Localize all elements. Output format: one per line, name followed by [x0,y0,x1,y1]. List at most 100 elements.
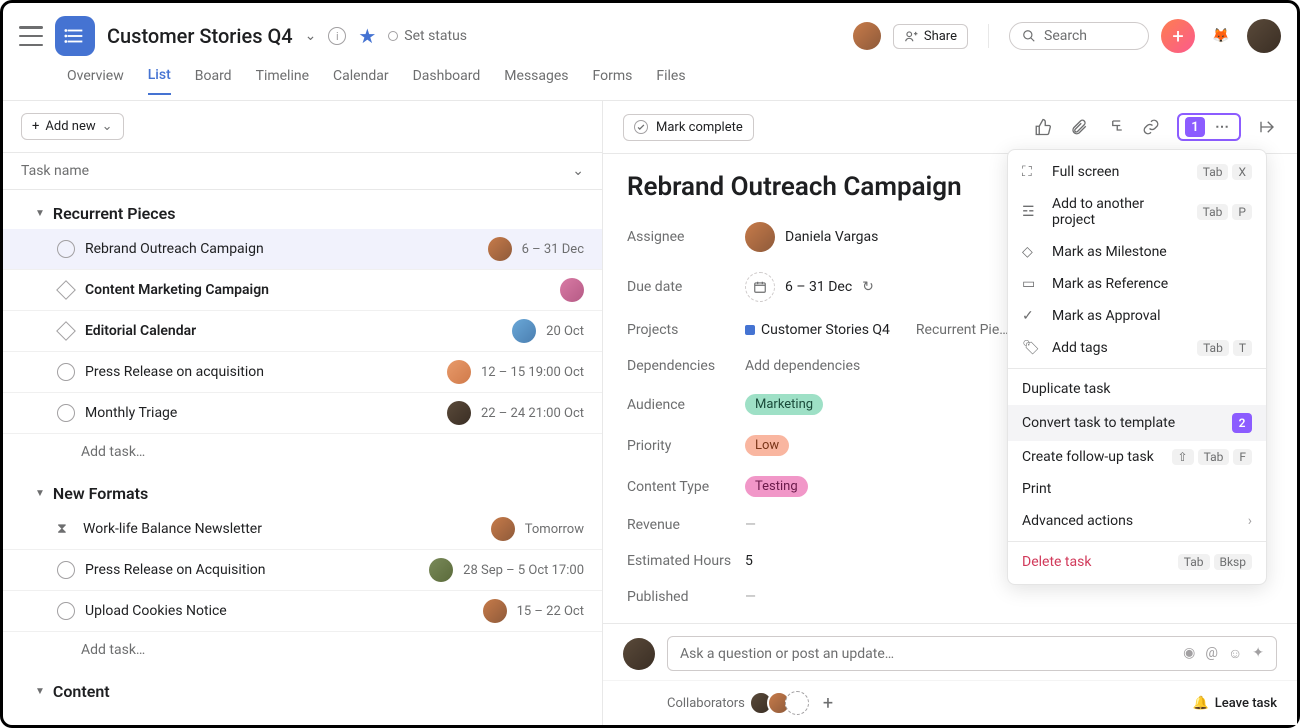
menu-item[interactable]: ☲Add to another projectTabP [1008,188,1266,236]
menu-item[interactable]: ✓Mark as Approval [1008,300,1266,332]
menu-item[interactable]: Convert task to template2 [1008,405,1266,441]
due-date-value[interactable]: 6 – 31 Dec↻ [745,272,874,302]
close-panel-icon[interactable] [1257,117,1277,137]
assignee-avatar[interactable] [429,558,453,582]
priority-pill[interactable]: Low [745,435,789,456]
task-row[interactable]: Press Release on acquisition12 – 15 19:0… [3,352,602,393]
add-dependencies[interactable]: Add dependencies [745,358,860,374]
assignee-avatar[interactable] [512,319,536,343]
task-date: Tomorrow [525,522,584,537]
task-row[interactable]: Upload Cookies Notice15 – 22 Oct [3,591,602,632]
chevron-down-icon[interactable]: ⌄ [572,163,584,179]
milestone-icon[interactable] [56,321,76,341]
more-actions-button[interactable]: ⋯ [1213,117,1233,137]
complete-icon[interactable] [57,561,75,579]
add-new-button[interactable]: + Add new ⌄ [21,113,124,140]
project-title[interactable]: Customer Stories Q4 [107,24,293,48]
content-type-label: Content Type [627,479,745,495]
revenue-value[interactable]: — [745,517,756,533]
emoji-icon[interactable]: ☺ [1228,645,1242,662]
menu-icon[interactable] [19,26,43,46]
star-icon[interactable]: ★ [358,24,376,48]
user-avatar[interactable] [1247,19,1281,53]
menu-item-delete[interactable]: Delete taskTabBksp [1008,546,1266,578]
leave-task-button[interactable]: 🔔Leave task [1193,696,1277,711]
assignee-avatar[interactable] [483,599,507,623]
search-input[interactable]: Search [1009,22,1149,50]
menu-item[interactable]: 🏷Add tagsTabT [1008,332,1266,364]
task-row[interactable]: Monthly Triage22 – 24 21:00 Oct [3,393,602,434]
tab-calendar[interactable]: Calendar [333,68,389,94]
estimated-hours-value[interactable]: 5 [745,553,753,569]
task-name: Monthly Triage [85,405,437,421]
project-chip[interactable]: Customer Stories Q4 [745,322,890,338]
share-button[interactable]: Share [893,24,968,49]
like-icon[interactable] [1033,117,1053,137]
tab-timeline[interactable]: Timeline [256,68,309,94]
subtask-icon[interactable] [1105,117,1125,137]
tab-overview[interactable]: Overview [67,68,124,94]
menu-icon: ▭ [1022,276,1040,292]
tab-dashboard[interactable]: Dashboard [413,68,481,94]
project-section[interactable]: Recurrent Pie… [916,322,1009,338]
column-header[interactable]: Task name⌄ [3,152,602,190]
tab-messages[interactable]: Messages [504,68,568,94]
chevron-down-icon[interactable]: ⌄ [305,28,317,44]
tab-list[interactable]: List [148,67,171,95]
record-icon[interactable]: ◉ [1183,645,1195,662]
menu-item[interactable]: ▭Mark as Reference [1008,268,1266,300]
celebration-icon[interactable]: 🦊 [1207,22,1235,50]
star-reaction-icon[interactable]: ✦ [1252,645,1264,662]
complete-icon[interactable] [57,363,75,381]
menu-item[interactable]: Duplicate task [1008,373,1266,405]
chevron-right-icon: › [1248,513,1252,529]
menu-icon: 🏷 [1022,340,1040,356]
assignee-avatar[interactable] [447,401,471,425]
complete-icon[interactable] [57,404,75,422]
menu-item[interactable]: ⛶Full screenTabX [1008,156,1266,188]
assignee-avatar[interactable] [447,360,471,384]
task-row[interactable]: Editorial Calendar20 Oct [3,311,602,352]
section-header[interactable]: ▼New Formats [3,470,602,509]
task-row[interactable]: Rebrand Outreach Campaign6 – 31 Dec [3,229,602,270]
add-task[interactable]: Add task… [3,434,602,470]
content-type-pill[interactable]: Testing [745,476,808,497]
add-button[interactable]: + [1161,19,1195,53]
task-name: Press Release on acquisition [85,364,437,380]
assignee-avatar[interactable] [491,517,515,541]
member-avatar[interactable] [853,22,881,50]
milestone-icon[interactable] [56,280,76,300]
audience-pill[interactable]: Marketing [745,394,823,415]
task-row[interactable]: Content Marketing Campaign [3,270,602,311]
info-icon[interactable]: i [328,27,346,45]
task-name: Rebrand Outreach Campaign [85,241,478,257]
collapse-icon: ▼ [35,208,45,219]
complete-icon[interactable] [57,240,75,258]
add-collaborator-button[interactable]: + [823,693,833,714]
section-header[interactable]: ▼Content [3,668,602,707]
add-collaborator-placeholder[interactable] [785,691,809,715]
menu-item[interactable]: Create follow-up task⇧TabF [1008,441,1266,473]
section-header[interactable]: ▼Recurrent Pieces [3,190,602,229]
attachment-icon[interactable] [1069,117,1089,137]
published-value[interactable]: — [745,589,756,605]
link-icon[interactable] [1141,117,1161,137]
task-row[interactable]: Press Release on Acquisition28 Sep – 5 O… [3,550,602,591]
menu-item[interactable]: Advanced actions› [1008,505,1266,537]
comment-input[interactable]: Ask a question or post an update… ◉ @ ☺ … [667,636,1277,671]
tab-board[interactable]: Board [195,68,232,94]
menu-item[interactable]: ◇Mark as Milestone [1008,236,1266,268]
assignee-value[interactable]: Daniela Vargas [745,222,878,252]
menu-item[interactable]: Print [1008,473,1266,505]
add-task[interactable]: Add task… [3,632,602,668]
repeat-icon[interactable]: ↻ [862,279,874,295]
assignee-avatar[interactable] [488,237,512,261]
complete-icon[interactable] [57,602,75,620]
set-status[interactable]: Set status [388,28,467,44]
mention-icon[interactable]: @ [1205,645,1218,662]
assignee-avatar[interactable] [560,278,584,302]
mark-complete-button[interactable]: Mark complete [623,114,754,141]
task-row[interactable]: ⧗Work-life Balance NewsletterTomorrow [3,509,602,550]
tab-forms[interactable]: Forms [593,68,633,94]
tab-files[interactable]: Files [656,68,685,94]
